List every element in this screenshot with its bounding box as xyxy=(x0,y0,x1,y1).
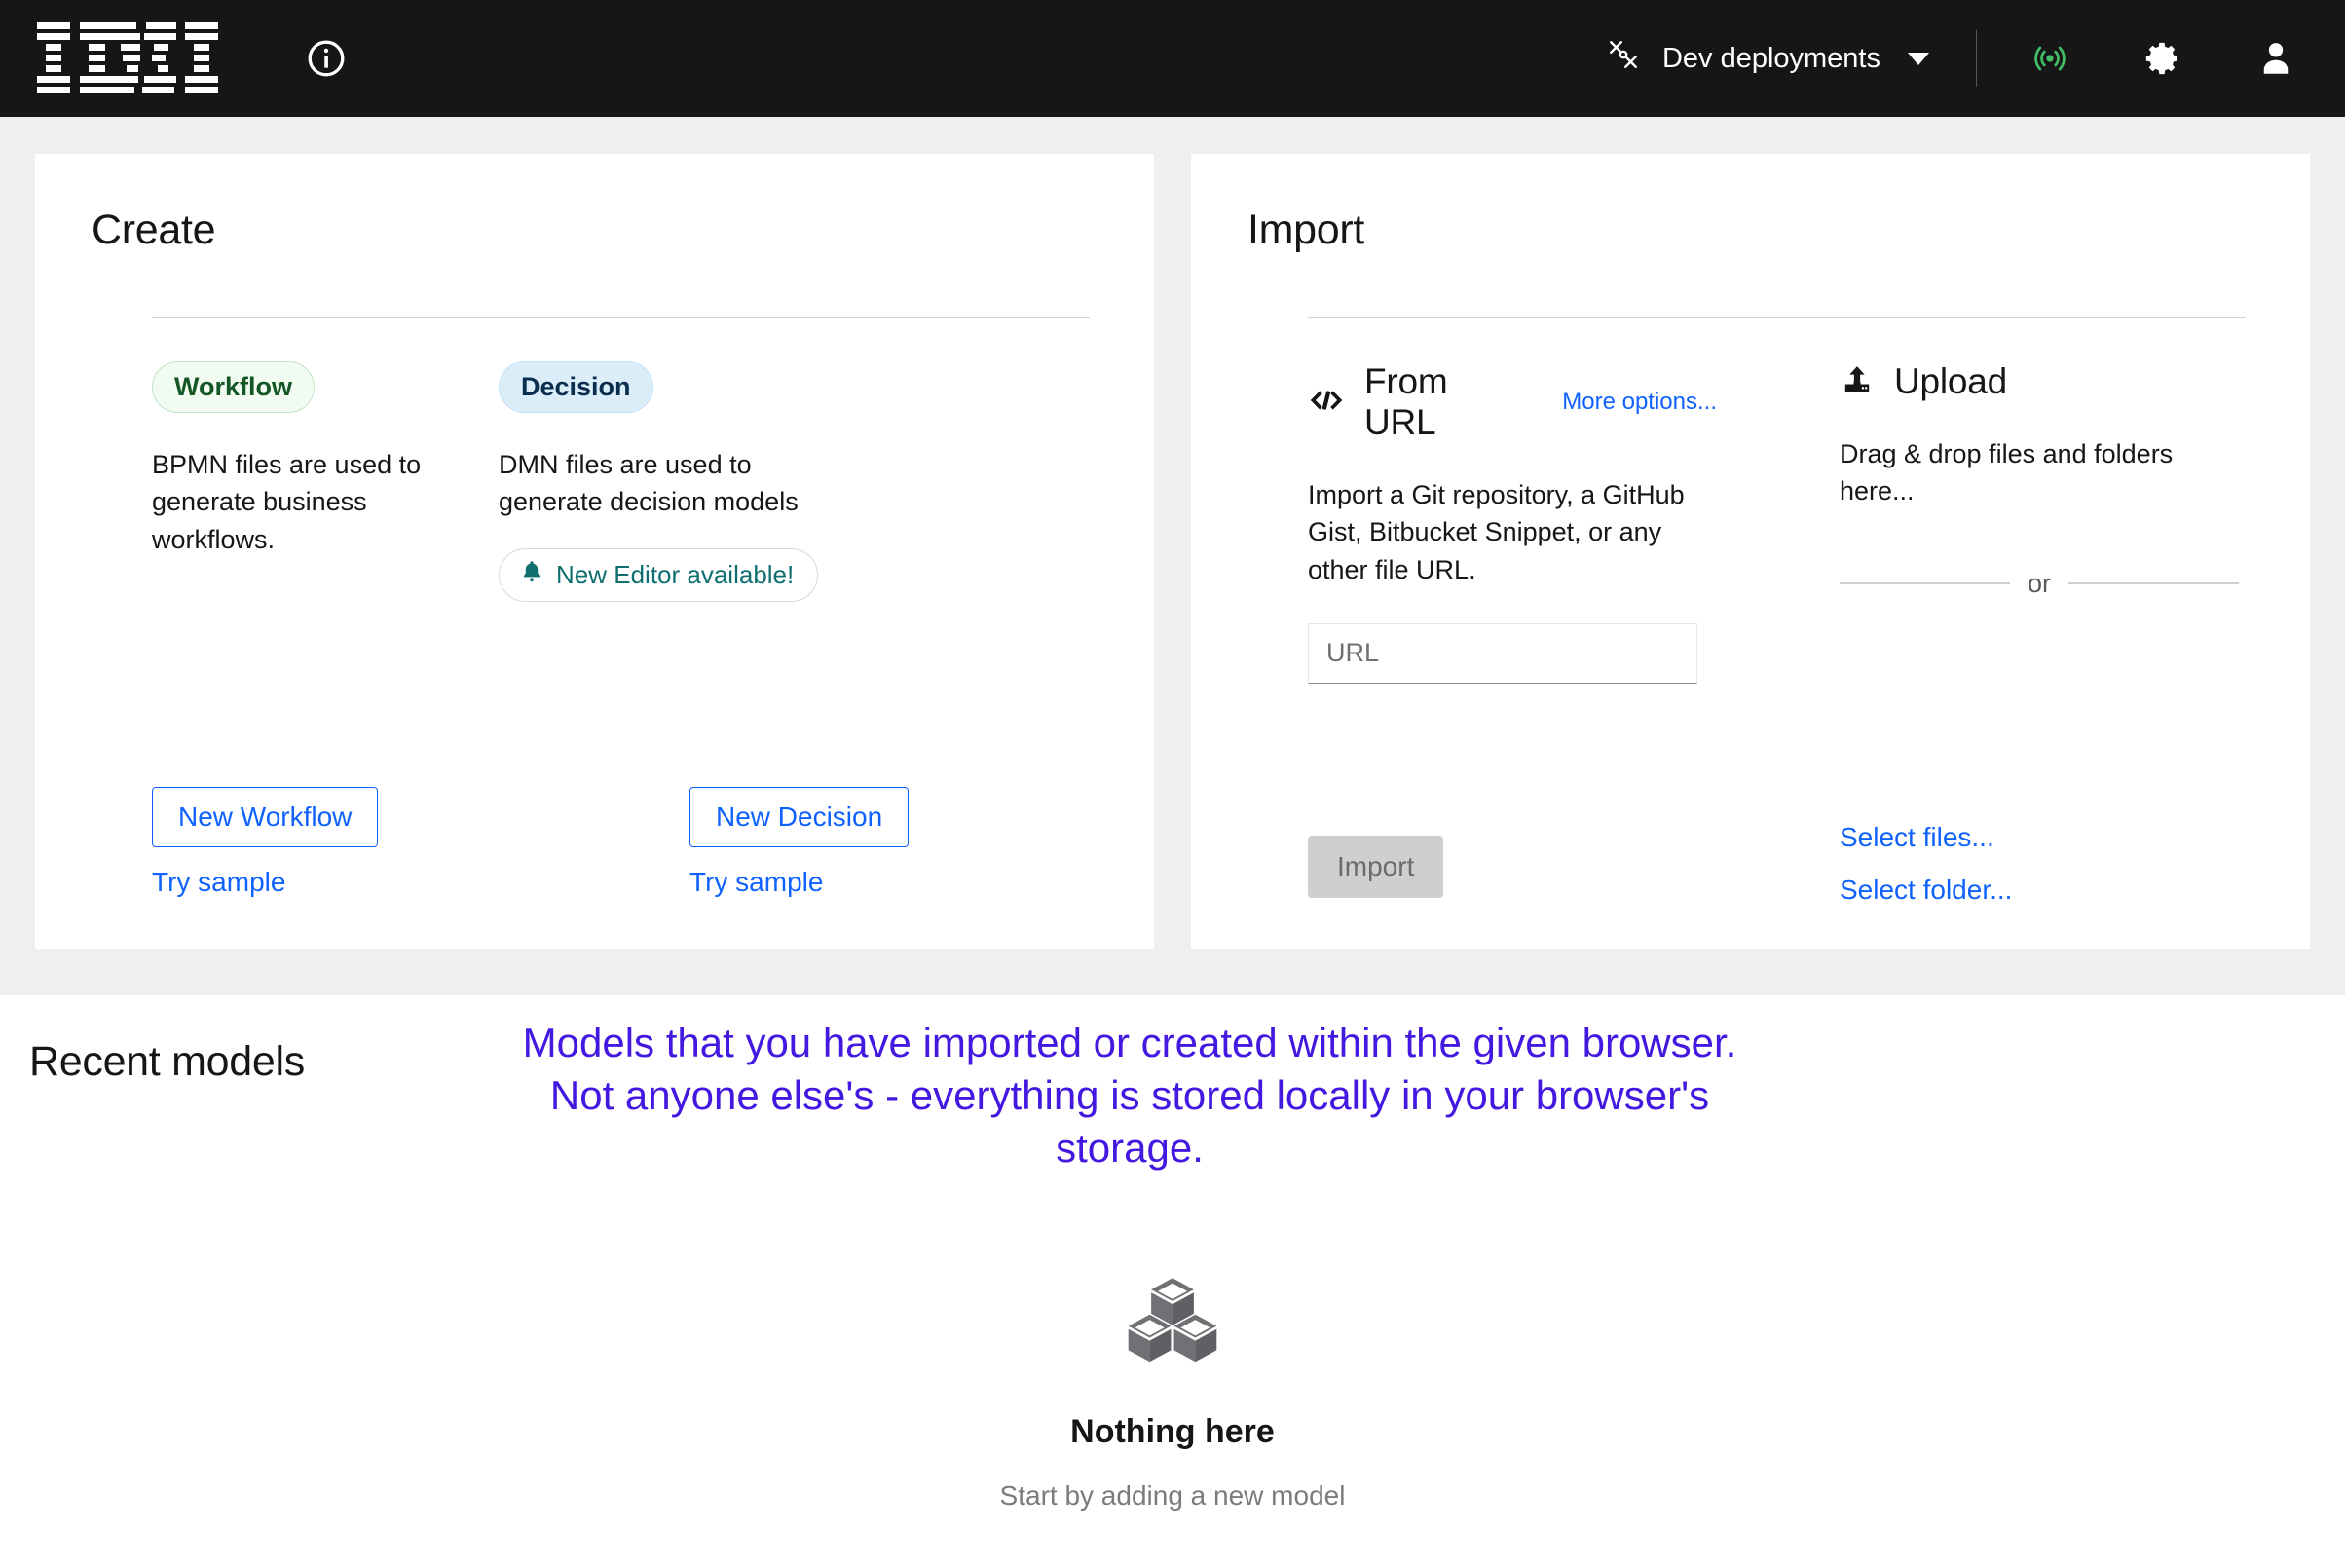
new-editor-badge-label: New Editor available! xyxy=(556,559,795,589)
or-divider: or xyxy=(1840,568,2240,599)
code-brackets-glyph xyxy=(1310,390,1343,410)
upload-glyph xyxy=(1844,365,1870,392)
header-actions: Dev deployments xyxy=(1606,30,2302,87)
or-line-right xyxy=(2068,582,2240,585)
create-title: Create xyxy=(92,206,216,253)
gear-icon[interactable] xyxy=(2137,32,2189,85)
import-column-upload: Upload Drag & drop files and folders her… xyxy=(1840,361,2249,905)
annotation-overlay: Models that you have imported or created… xyxy=(522,1020,1737,1171)
empty-state: Nothing here Start by adding a new model xyxy=(0,1274,2345,1512)
header-divider xyxy=(1976,30,1977,87)
create-column-decision: Decision DMN files are used to generate … xyxy=(499,361,845,602)
create-body: Workflow BPMN files are used to generate… xyxy=(92,318,1098,602)
satellite-icon xyxy=(1606,37,1641,80)
ibm-logo-mark xyxy=(37,22,218,93)
upload-links: Select files... Select folder... xyxy=(1840,822,2012,906)
empty-state-title: Nothing here xyxy=(1070,1413,1275,1450)
bell-glyph xyxy=(523,561,540,581)
or-line-left xyxy=(1840,582,2010,585)
info-circle-glyph xyxy=(308,40,345,77)
from-url-header: From URL More options... xyxy=(1308,361,1717,443)
try-sample-workflow-link[interactable]: Try sample xyxy=(152,867,378,898)
create-card: Create Workflow BPMN files are used to g… xyxy=(35,154,1154,949)
select-files-link[interactable]: Select files... xyxy=(1840,822,2012,853)
upload-header: Upload xyxy=(1840,361,2249,402)
app-header: Dev deployments xyxy=(0,0,2345,117)
import-card: Import From URL More options... Import a… xyxy=(1191,154,2310,949)
workflow-description: BPMN files are used to generate business… xyxy=(152,450,422,554)
create-column-workflow: Workflow BPMN files are used to generate… xyxy=(152,361,499,602)
code-brackets-icon xyxy=(1308,386,1345,420)
url-input[interactable] xyxy=(1308,622,1697,684)
info-circle-icon[interactable] xyxy=(304,36,349,81)
cubes-icon xyxy=(1124,1274,1221,1372)
dev-deployments-menu[interactable]: Dev deployments xyxy=(1606,37,1958,80)
gear-glyph xyxy=(2145,42,2178,75)
upload-icon xyxy=(1840,363,1875,401)
satellite-glyph xyxy=(1609,41,1637,68)
from-url-title: From URL xyxy=(1364,361,1448,442)
from-url-description: Import a Git repository, a GitHub Gist, … xyxy=(1308,480,1685,584)
workflow-tag: Workflow xyxy=(152,361,315,413)
decision-actions: New Decision Try sample xyxy=(689,787,910,898)
new-decision-button[interactable]: New Decision xyxy=(689,787,910,847)
broadcast-connected-icon[interactable] xyxy=(2024,32,2076,85)
more-options-link[interactable]: More options... xyxy=(1562,389,1717,416)
upload-description: Drag & drop files and folders here... xyxy=(1840,439,2174,506)
try-sample-decision-link[interactable]: Try sample xyxy=(689,867,909,898)
select-folder-link[interactable]: Select folder... xyxy=(1840,875,2012,906)
user-avatar-icon[interactable] xyxy=(2250,32,2302,85)
chevron-down-icon xyxy=(1908,52,1929,65)
decision-description: DMN files are used to generate decision … xyxy=(499,450,799,517)
recent-models-section: Recent models Models that you have impor… xyxy=(0,995,2345,1568)
upload-title: Upload xyxy=(1894,361,2008,401)
workflow-actions: New Workflow Try sample xyxy=(152,787,379,898)
empty-state-subtitle: Start by adding a new model xyxy=(999,1480,1346,1511)
cubes-glyph xyxy=(1128,1278,1217,1363)
top-panels: Create Workflow BPMN files are used to g… xyxy=(0,117,2345,995)
or-label: or xyxy=(2028,568,2052,598)
new-editor-badge[interactable]: New Editor available! xyxy=(499,547,819,602)
import-column-from-url: From URL More options... Import a Git re… xyxy=(1308,361,1717,684)
broadcast-glyph xyxy=(2034,46,2066,71)
bell-icon xyxy=(519,559,544,591)
ibm-logo[interactable] xyxy=(37,22,218,94)
import-body: From URL More options... Import a Git re… xyxy=(1247,318,2253,905)
decision-tag: Decision xyxy=(499,361,653,413)
import-button[interactable]: Import xyxy=(1308,836,1444,898)
dev-deployments-label: Dev deployments xyxy=(1661,42,1880,74)
new-workflow-button[interactable]: New Workflow xyxy=(152,787,379,847)
user-avatar-glyph xyxy=(2263,43,2289,74)
import-title: Import xyxy=(1247,206,1365,253)
